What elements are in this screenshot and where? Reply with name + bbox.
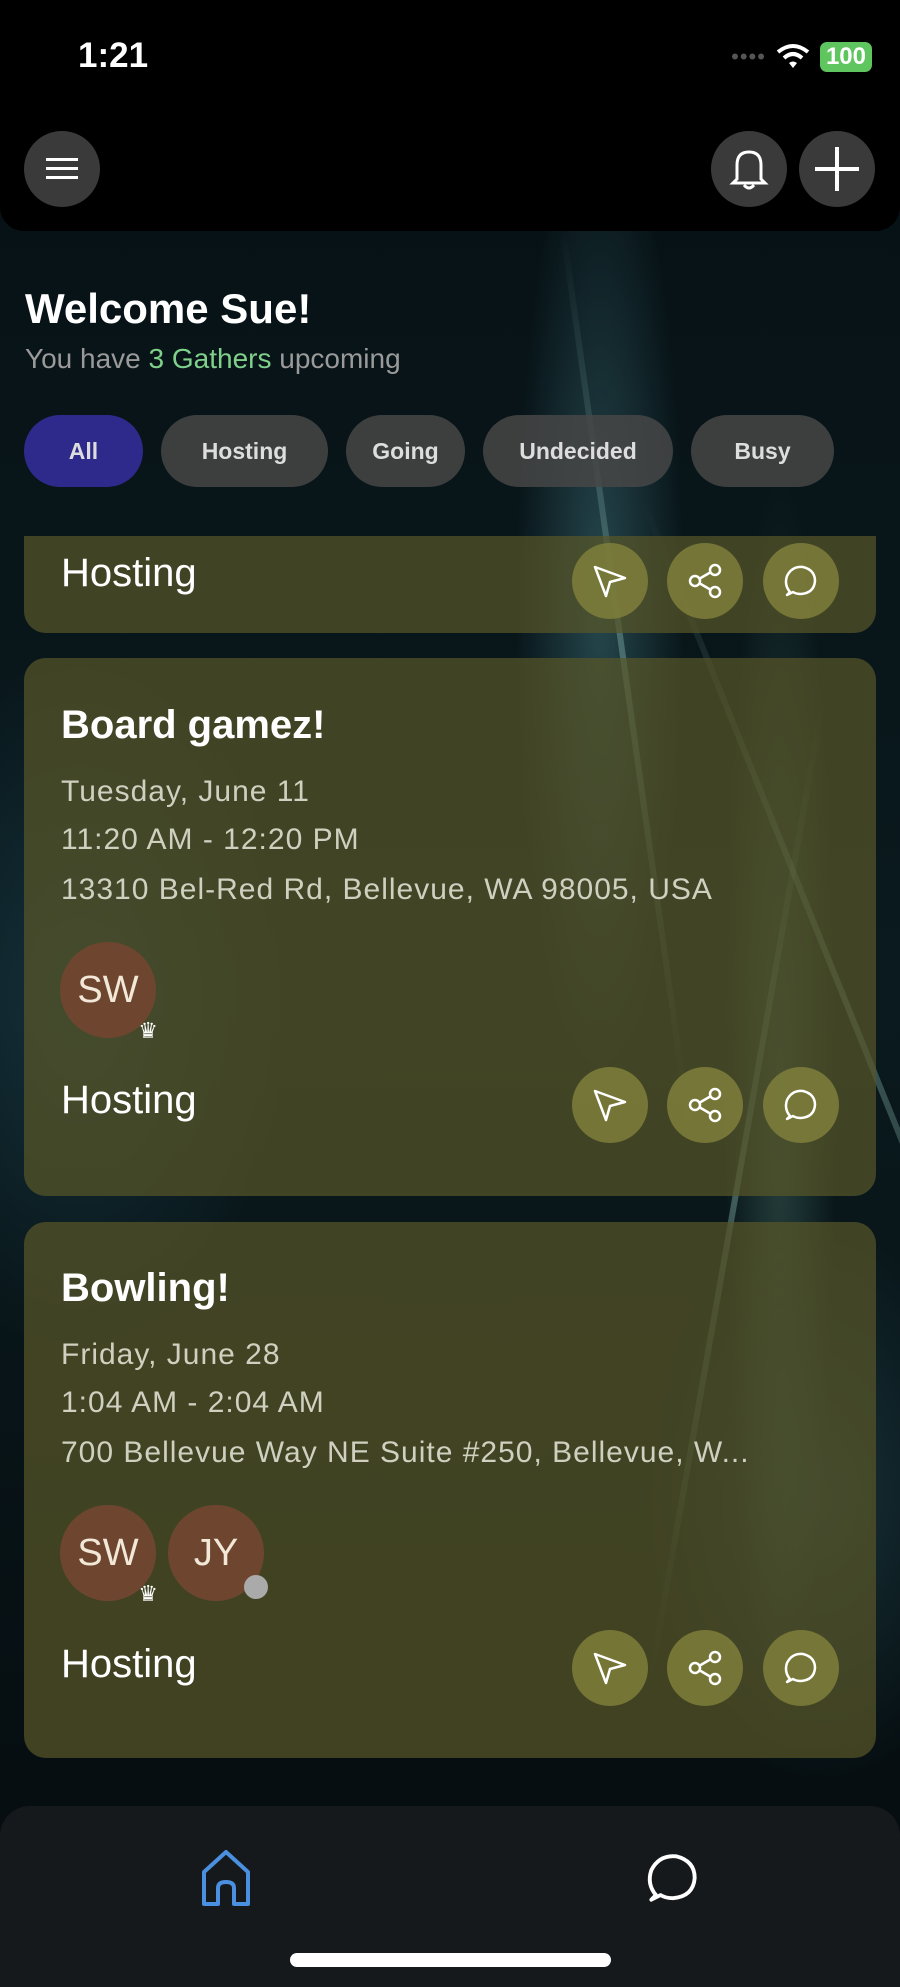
gather-card[interactable]: Board gamez! Tuesday, June 11 11:20 AM -… — [24, 658, 876, 1196]
battery-indicator: 100 — [819, 42, 872, 72]
filter-undecided[interactable]: Undecided — [483, 415, 673, 487]
avatar-initials: SW — [77, 968, 139, 1011]
avatar-initials: SW — [77, 1531, 139, 1574]
share-icon — [688, 1650, 722, 1686]
chat-icon — [784, 1652, 817, 1684]
gather-card[interactable]: Bowling! Friday, June 28 1:04 AM - 2:04 … — [24, 1222, 876, 1758]
chat-icon — [647, 1854, 697, 1902]
rsvp-status[interactable]: Hosting — [61, 1642, 197, 1687]
filter-all[interactable]: All — [24, 415, 143, 487]
attendee-avatar[interactable]: JY — [168, 1505, 268, 1601]
share-button[interactable] — [667, 1067, 743, 1143]
chat-button[interactable] — [763, 543, 839, 619]
filter-busy[interactable]: Busy — [691, 415, 834, 487]
chat-button[interactable] — [763, 1067, 839, 1143]
avatar-initials: JY — [193, 1531, 239, 1574]
wifi-icon — [776, 44, 810, 68]
share-icon — [688, 563, 722, 599]
upcoming-summary: You have 3 Gathers upcoming — [25, 343, 401, 375]
bell-icon — [729, 150, 769, 190]
status-icons: •••• 100 — [731, 42, 872, 72]
navigate-icon — [593, 1089, 627, 1122]
welcome-title: Welcome Sue! — [25, 285, 312, 332]
pending-status-dot — [244, 1575, 268, 1599]
signal-icon: •••• — [731, 44, 766, 69]
directions-button[interactable] — [572, 1630, 648, 1706]
menu-button[interactable] — [24, 131, 100, 207]
gather-address: 700 Bellevue Way NE Suite #250, Bellevue… — [61, 1436, 750, 1469]
chat-icon — [784, 565, 817, 597]
gather-card[interactable]: Hosting — [24, 536, 876, 633]
navigate-icon — [593, 1652, 627, 1685]
attendee-avatar[interactable]: SW ♛ — [60, 942, 158, 1043]
gather-time: 1:04 AM - 2:04 AM — [61, 1386, 325, 1419]
home-indicator[interactable] — [290, 1953, 611, 1967]
home-icon — [202, 1850, 250, 1906]
gather-list: Hosting Board gamez! Tuesday, June 11 11… — [0, 536, 900, 1806]
crown-icon: ♛ — [138, 1018, 158, 1043]
rsvp-status[interactable]: Hosting — [61, 551, 197, 596]
status-time: 1:21 — [78, 36, 149, 75]
hamburger-icon — [46, 158, 78, 179]
share-button[interactable] — [667, 1630, 743, 1706]
filter-hosting[interactable]: Hosting — [161, 415, 328, 487]
notifications-button[interactable] — [711, 131, 787, 207]
top-bar: 1:21 •••• 100 — [0, 0, 900, 231]
gather-date: Friday, June 28 — [61, 1338, 281, 1371]
gather-title: Bowling! — [61, 1266, 230, 1310]
share-icon — [688, 1087, 722, 1123]
gather-date: Tuesday, June 11 — [61, 775, 310, 808]
filter-going[interactable]: Going — [346, 415, 465, 487]
add-gather-button[interactable] — [799, 131, 875, 207]
rsvp-status[interactable]: Hosting — [61, 1078, 197, 1123]
navigate-icon — [593, 565, 627, 598]
chat-icon — [784, 1089, 817, 1121]
directions-button[interactable] — [572, 543, 648, 619]
directions-button[interactable] — [572, 1067, 648, 1143]
chat-button[interactable] — [763, 1630, 839, 1706]
nav-chats[interactable] — [633, 1838, 713, 1918]
nav-home[interactable] — [186, 1838, 266, 1918]
summary-prefix: You have — [25, 343, 149, 374]
summary-suffix: upcoming — [271, 343, 401, 374]
gather-count: 3 Gathers — [148, 343, 272, 374]
crown-icon: ♛ — [138, 1581, 158, 1606]
gather-time: 11:20 AM - 12:20 PM — [61, 823, 360, 856]
share-button[interactable] — [667, 543, 743, 619]
gather-address: 13310 Bel-Red Rd, Bellevue, WA 98005, US… — [61, 873, 713, 906]
attendee-avatar[interactable]: SW ♛ — [60, 1505, 158, 1606]
plus-icon — [815, 147, 859, 191]
gather-title: Board gamez! — [61, 703, 326, 747]
